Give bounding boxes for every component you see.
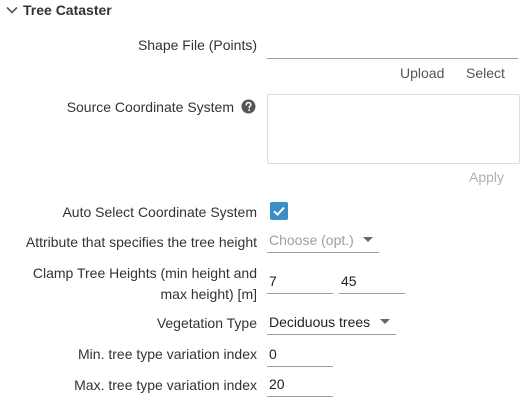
height-attribute-placeholder: Choose (opt.)	[269, 231, 354, 248]
height-attribute-dropdown[interactable]: Choose (opt.)	[267, 227, 379, 253]
vegetation-label: Vegetation Type	[156, 315, 257, 331]
caret-down-icon	[363, 237, 373, 242]
vegetation-dropdown[interactable]: Deciduous trees	[267, 309, 396, 335]
source-crs-textarea[interactable]	[267, 94, 520, 164]
clamp-min-input[interactable]: 7	[267, 268, 333, 294]
shape-file-label: Shape File (Points)	[137, 37, 257, 53]
source-crs-label: Source Coordinate System	[66, 99, 234, 115]
apply-button[interactable]: Apply	[469, 169, 504, 185]
min-variation-label: Min. tree type variation index	[78, 346, 257, 362]
max-variation-label: Max. tree type variation index	[74, 377, 257, 393]
upload-button[interactable]: Upload	[400, 65, 444, 81]
caret-down-icon	[380, 319, 390, 324]
clamp-label-line2: max height) [m]	[160, 286, 257, 302]
shape-file-input[interactable]	[267, 33, 518, 59]
help-icon[interactable]	[241, 99, 256, 114]
clamp-max-input[interactable]: 45	[339, 268, 405, 294]
checkmark-icon	[273, 206, 285, 217]
height-attribute-label: Attribute that specifies the tree height	[25, 234, 257, 250]
section-header[interactable]: Tree Cataster	[4, 0, 112, 20]
section-title: Tree Cataster	[23, 2, 112, 18]
vegetation-value: Deciduous trees	[269, 313, 371, 330]
min-variation-input[interactable]: 0	[267, 341, 333, 367]
auto-select-checkbox[interactable]	[270, 202, 288, 220]
max-variation-input[interactable]: 20	[267, 371, 333, 397]
auto-select-label: Auto Select Coordinate System	[62, 204, 257, 220]
chevron-down-icon[interactable]	[4, 2, 20, 18]
clamp-label-line1: Clamp Tree Heights (min height and	[32, 265, 257, 281]
select-button[interactable]: Select	[466, 65, 505, 81]
